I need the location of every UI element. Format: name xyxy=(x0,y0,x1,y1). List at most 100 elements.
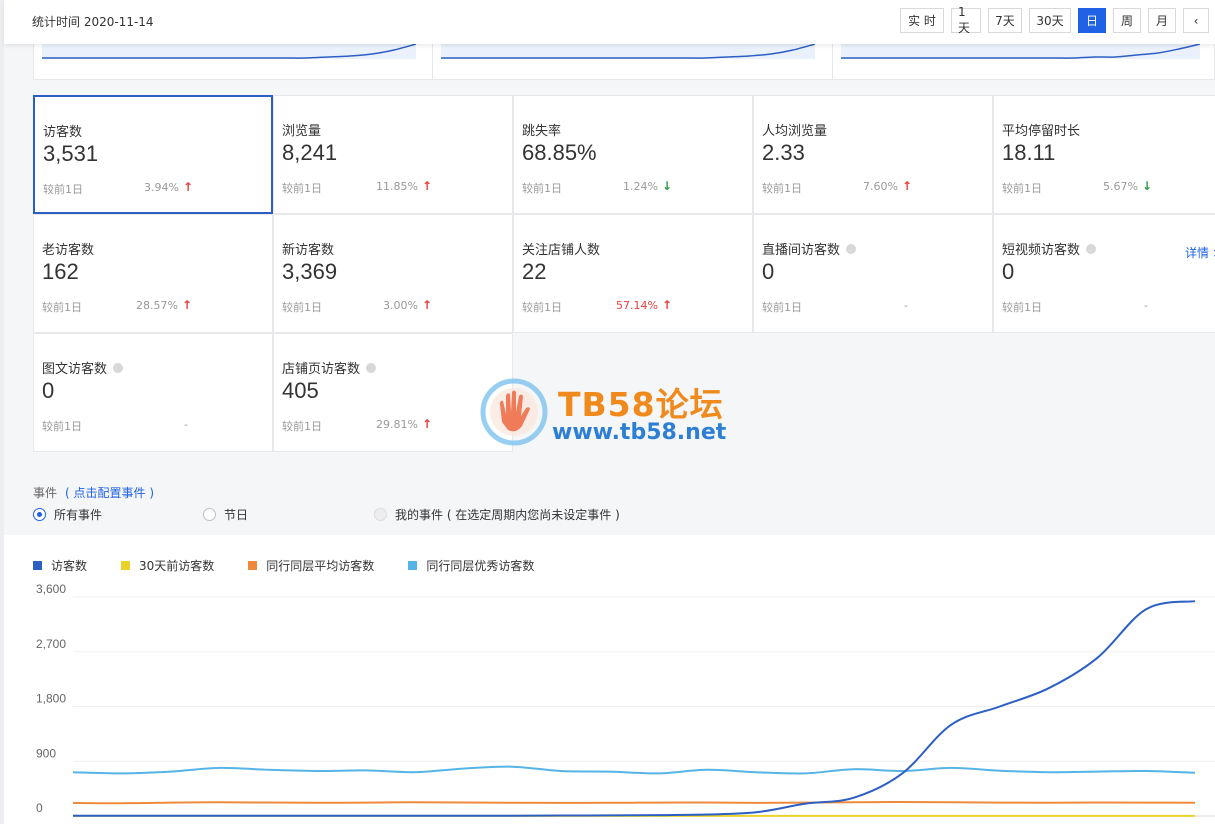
arrow-up-icon: ↑ xyxy=(182,298,193,312)
metric-card[interactable]: 人均浏览量 2.33 较前1日 7.60% ↑ xyxy=(753,95,993,214)
legend-item[interactable]: 30天前访客数 xyxy=(121,557,214,574)
compare-label: 较前1日 xyxy=(282,301,322,314)
arrow-up-icon: ↑ xyxy=(422,179,433,193)
metric-label: 访客数 xyxy=(43,125,83,140)
compare-value: - xyxy=(904,299,908,312)
arrow-down-icon: ↓ xyxy=(1142,179,1153,193)
info-icon[interactable] xyxy=(366,362,377,373)
metric-card[interactable]: 平均停留时长 18.11 较前1日 5.67% ↓ xyxy=(993,95,1215,214)
legend-item[interactable]: 同行同层优秀访客数 xyxy=(408,557,534,574)
metric-label-row: 图文访客数 xyxy=(42,358,124,377)
metric-value: 18.11 xyxy=(1002,140,1056,165)
event-radio[interactable]: 节日 xyxy=(203,506,248,523)
metric-label: 新访客数 xyxy=(282,243,335,258)
period-button[interactable]: 1天 xyxy=(951,5,981,35)
compare-label: 较前1日 xyxy=(1002,182,1042,195)
event-radio[interactable]: 所有事件 xyxy=(33,506,102,523)
period-button[interactable]: 周 xyxy=(1113,8,1141,33)
legend-item[interactable]: 同行同层平均访客数 xyxy=(248,557,374,574)
period-button[interactable]: 月 xyxy=(1148,8,1176,33)
period-button[interactable]: ‹ xyxy=(1183,8,1209,33)
mini-chart-3[interactable] xyxy=(833,40,1215,79)
compare-value: - xyxy=(184,418,188,431)
info-icon[interactable] xyxy=(113,362,124,373)
metric-label-row: 老访客数 xyxy=(42,239,94,258)
arrow-down-icon: ↓ xyxy=(662,179,673,193)
metric-card[interactable]: 跳失率 68.85% 较前1日 1.24% ↓ xyxy=(513,95,753,214)
trend-chart[interactable]: 3,600 2,700 1,800 900 0 xyxy=(0,575,1215,824)
legend-label: 30天前访客数 xyxy=(139,559,215,573)
series-line[interactable] xyxy=(72,765,1196,775)
compare-label: 较前1日 xyxy=(282,182,322,195)
metric-card[interactable]: 直播间访客数 0 较前1日 - xyxy=(753,214,993,333)
metric-value: 22 xyxy=(522,259,547,284)
metric-label-row: 跳失率 xyxy=(522,120,561,139)
metric-card[interactable]: 浏览量 8,241 较前1日 11.85% ↑ xyxy=(273,95,513,214)
legend-label: 同行同层优秀访客数 xyxy=(426,559,535,573)
metric-label: 店铺页访客数 xyxy=(282,362,361,377)
metric-value: 405 xyxy=(282,378,319,403)
metric-card[interactable]: 短视频访客数 0 较前1日 - xyxy=(993,214,1215,333)
period-button[interactable]: 日 xyxy=(1078,8,1106,33)
hand-logo-icon xyxy=(480,378,548,446)
metric-label: 直播间访客数 xyxy=(762,243,841,258)
metric-label-row: 浏览量 xyxy=(282,120,321,139)
compare-label: 较前1日 xyxy=(282,420,322,433)
period-selector: 实 时 1天 7天 30天日周月 ‹ xyxy=(900,5,1215,35)
info-icon[interactable] xyxy=(846,243,857,254)
metric-label-row: 短视频访客数 xyxy=(1002,239,1097,258)
y-tick-label: 2,700 xyxy=(36,637,66,651)
metric-card[interactable]: 老访客数 162 较前1日 28.57% ↑ xyxy=(33,214,273,333)
metric-label: 平均停留时长 xyxy=(1002,124,1081,139)
configure-events-link[interactable]: ( 点击配置事件 ) xyxy=(65,486,154,500)
metric-label: 关注店铺人数 xyxy=(522,243,601,258)
compare-label: 较前1日 xyxy=(522,182,562,195)
compare-label: 较前1日 xyxy=(42,420,82,433)
series-line[interactable] xyxy=(72,600,1196,817)
metric-label: 浏览量 xyxy=(282,124,322,139)
mini-chart-1[interactable] xyxy=(34,40,433,79)
metric-card[interactable]: 访客数 3,531 较前1日 3.94% ↑ xyxy=(33,95,273,214)
arrow-up-icon: ↑ xyxy=(902,179,913,193)
metric-card[interactable]: 图文访客数 0 较前1日 - xyxy=(33,333,273,452)
metric-label-row: 人均浏览量 xyxy=(762,120,827,139)
metric-card[interactable]: 新访客数 3,369 较前1日 3.00% ↑ xyxy=(273,214,513,333)
metric-card[interactable]: 店铺页访客数 405 较前1日 29.81% ↑ xyxy=(273,333,513,452)
metric-label: 短视频访客数 xyxy=(1002,243,1081,258)
mini-charts-strip xyxy=(33,40,1215,80)
compare-label: 较前1日 xyxy=(43,183,83,196)
period-button[interactable]: 30天 xyxy=(1029,8,1071,33)
arrow-up-icon: ↑ xyxy=(422,417,433,431)
metric-value: 3,531 xyxy=(43,141,99,166)
info-icon[interactable] xyxy=(1086,243,1097,254)
event-radio-label: 所有事件 xyxy=(54,508,103,522)
events-label: 事件 xyxy=(33,486,58,500)
compare-label: 较前1日 xyxy=(522,301,562,314)
metric-value: 8,241 xyxy=(282,140,338,165)
radio-dot-icon xyxy=(374,508,387,521)
compare-value: 28.57% xyxy=(136,299,178,312)
radio-dot-icon xyxy=(203,508,216,521)
mini-chart-2[interactable] xyxy=(433,40,833,79)
y-tick-label: 3,600 xyxy=(36,582,66,596)
compare-value: 7.60% xyxy=(863,180,898,193)
detail-link[interactable]: 详情 > xyxy=(1185,244,1215,261)
compare-value: - xyxy=(1144,299,1148,312)
metric-label: 老访客数 xyxy=(42,243,95,258)
metric-value: 3,369 xyxy=(282,259,338,284)
series-line[interactable] xyxy=(72,800,1196,805)
period-button[interactable]: 7天 xyxy=(988,8,1022,33)
legend-swatch xyxy=(248,561,258,570)
event-filter: 所有事件 节日 我的事件 ( 在选定周期内您尚未设定事件 ) xyxy=(33,506,733,524)
legend-swatch xyxy=(33,561,42,570)
metric-label: 人均浏览量 xyxy=(762,124,828,139)
legend-item[interactable]: 访客数 xyxy=(33,557,87,574)
metric-value: 162 xyxy=(42,259,79,284)
radio-dot-icon xyxy=(33,508,46,521)
metric-card[interactable]: 关注店铺人数 22 较前1日 57.14% ↑ xyxy=(513,214,753,333)
legend-label: 同行同层平均访客数 xyxy=(266,559,375,573)
period-button[interactable]: 实 时 xyxy=(900,8,944,33)
compare-value: 3.94% xyxy=(144,181,179,194)
compare-value: 57.14% xyxy=(616,299,658,312)
mini-chart-svg xyxy=(441,40,816,59)
